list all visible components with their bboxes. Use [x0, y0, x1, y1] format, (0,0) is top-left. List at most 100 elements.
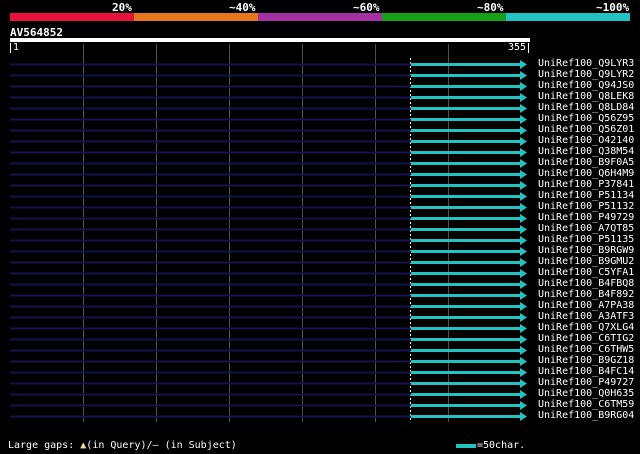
hit-arrow-icon	[520, 115, 527, 124]
hit-arrow-icon	[520, 357, 527, 366]
scale-swatch	[456, 444, 476, 448]
hit-label[interactable]: UniRef100_B9GZ18	[538, 356, 634, 366]
hit-label[interactable]: UniRef100_B4FC14	[538, 367, 634, 377]
hit-arrow-icon	[520, 60, 527, 69]
hit-label[interactable]: UniRef100_Q8LD84	[538, 103, 634, 113]
hit-arrow-icon	[520, 159, 527, 168]
blast-overview: 20% ~40% ~60% ~80% ~100% AV564852 1 355 …	[0, 0, 640, 454]
hit-arrow-icon	[520, 368, 527, 377]
hit-arrow-icon	[520, 346, 527, 355]
hit-label[interactable]: UniRef100_Q9LYR2	[538, 70, 634, 80]
hit-bar	[411, 63, 520, 66]
hit-label[interactable]: UniRef100_A7QT85	[538, 224, 634, 234]
hit-arrow-icon	[520, 412, 527, 421]
hit-label[interactable]: UniRef100_C6THW5	[538, 345, 634, 355]
hit-label[interactable]: UniRef100_B4FBQ8	[538, 279, 634, 289]
hit-label[interactable]: UniRef100_A7PA38	[538, 301, 634, 311]
hit-bar	[411, 272, 520, 275]
hit-bar	[411, 195, 520, 198]
hit-arrow-icon	[520, 247, 527, 256]
hit-label[interactable]: UniRef100_Q8LEK8	[538, 92, 634, 102]
hit-arrow-icon	[520, 390, 527, 399]
hit-bar	[411, 250, 520, 253]
large-gaps-prefix: Large gaps:	[8, 440, 75, 451]
hit-label[interactable]: UniRef100_A3ATF3	[538, 312, 634, 322]
hit-label[interactable]: UniRef100_C6TIG2	[538, 334, 634, 344]
hit-label[interactable]: UniRef100_B9RGW9	[538, 246, 634, 256]
hit-label[interactable]: UniRef100_Q56Z01	[538, 125, 634, 135]
hit-bar	[411, 184, 520, 187]
hit-arrow-icon	[520, 137, 527, 146]
hit-bar	[411, 74, 520, 77]
hit-arrow-icon	[520, 71, 527, 80]
hit-label[interactable]: UniRef100_P49727	[538, 378, 634, 388]
hit-bar	[411, 360, 520, 363]
hit-arrow-icon	[520, 192, 527, 201]
hit-label[interactable]: UniRef100_B9F0A5	[538, 158, 634, 168]
hit-bar	[411, 371, 520, 374]
hit-arrow-icon	[520, 214, 527, 223]
hit-arrow-icon	[520, 379, 527, 388]
hit-label[interactable]: UniRef100_B9GMU2	[538, 257, 634, 267]
hit-label[interactable]: UniRef100_B4F892	[538, 290, 634, 300]
hit-arrow-icon	[520, 236, 527, 245]
hit-arrow-icon	[520, 93, 527, 102]
hit-bar	[411, 118, 520, 121]
hit-bar	[411, 85, 520, 88]
hit-bar	[411, 316, 520, 319]
hit-label[interactable]: UniRef100_P37841	[538, 180, 634, 190]
hit-arrow-icon	[520, 82, 527, 91]
hit-bar	[411, 338, 520, 341]
hit-bar	[411, 151, 520, 154]
hit-arrow-icon	[520, 335, 527, 344]
hit-bar	[411, 217, 520, 220]
hit-label[interactable]: UniRef100_C5YFA1	[538, 268, 634, 278]
hit-arrow-icon	[520, 225, 527, 234]
hit-bar	[411, 96, 520, 99]
hit-label[interactable]: UniRef100_O42140	[538, 136, 634, 146]
hit-label[interactable]: UniRef100_Q6H4M9	[538, 169, 634, 179]
hit-arrow-icon	[520, 170, 527, 179]
hit-arrow-icon	[520, 280, 527, 289]
hit-bar	[411, 415, 520, 418]
large-gaps-text: (in Query)/– (in Subject)	[86, 440, 237, 451]
hit-bar	[411, 393, 520, 396]
hit-label[interactable]: UniRef100_Q56Z95	[538, 114, 634, 124]
hit-label[interactable]: UniRef100_P51134	[538, 191, 634, 201]
hit-bar	[411, 305, 520, 308]
hit-bar	[411, 228, 520, 231]
hit-arrow-icon	[520, 291, 527, 300]
hit-label[interactable]: UniRef100_B9RG04	[538, 411, 634, 421]
hit-arrow-icon	[520, 401, 527, 410]
scale-label: =50char.	[477, 440, 526, 451]
hit-arrow-icon	[520, 181, 527, 190]
hit-bar	[411, 129, 520, 132]
hit-bar	[411, 349, 520, 352]
hit-arrow-icon	[520, 104, 527, 113]
hit-arrow-icon	[520, 203, 527, 212]
hit-bar	[411, 404, 520, 407]
large-gaps-note: Large gaps: ▲(in Query)/– (in Subject)	[8, 440, 237, 451]
hit-arrow-icon	[520, 269, 527, 278]
hit-bar	[411, 162, 520, 165]
hit-label[interactable]: UniRef100_C6TM59	[538, 400, 634, 410]
hit-bar	[411, 261, 520, 264]
hit-label[interactable]: UniRef100_Q9LYR3	[538, 59, 634, 69]
hit-label[interactable]: UniRef100_P51132	[538, 202, 634, 212]
hit-bar	[411, 206, 520, 209]
hit-label[interactable]: UniRef100_Q38M54	[538, 147, 634, 157]
hit-label[interactable]: UniRef100_Q0H635	[538, 389, 634, 399]
hit-label[interactable]: UniRef100_Q7XLG4	[538, 323, 634, 333]
hit-bar	[411, 140, 520, 143]
hit-bar	[411, 382, 520, 385]
hit-bar	[411, 107, 520, 110]
hit-arrow-icon	[520, 302, 527, 311]
hit-arrow-icon	[520, 148, 527, 157]
hit-label[interactable]: UniRef100_P51135	[538, 235, 634, 245]
hit-bar	[411, 239, 520, 242]
hit-arrow-icon	[520, 258, 527, 267]
hit-bar	[411, 327, 520, 330]
hit-label[interactable]: UniRef100_Q94JS0	[538, 81, 634, 91]
hit-arrow-icon	[520, 313, 527, 322]
hit-label[interactable]: UniRef100_P49729	[538, 213, 634, 223]
